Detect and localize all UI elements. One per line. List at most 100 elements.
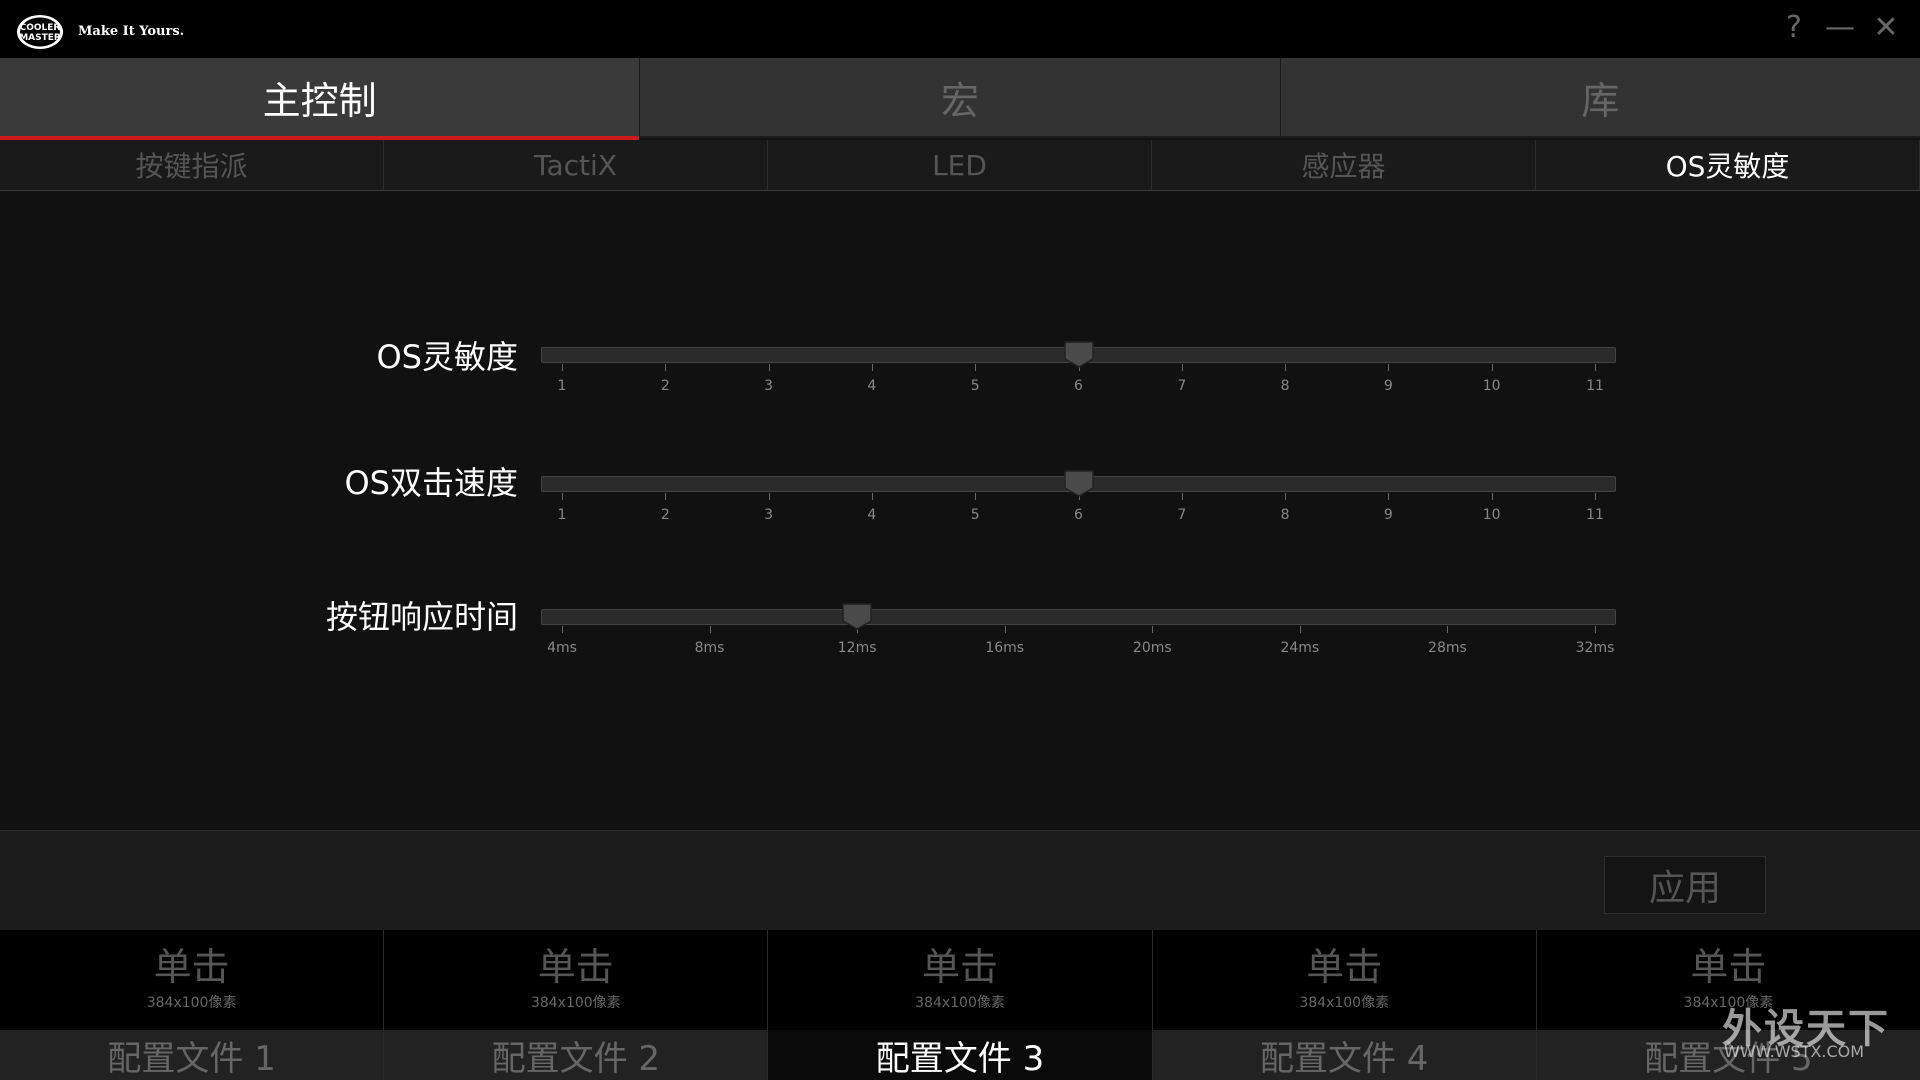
tab-led[interactable]: LED	[768, 140, 1152, 190]
slider-tick	[871, 364, 873, 371]
slider-tick-label: 8ms	[694, 640, 725, 656]
slider-thumb[interactable]	[1063, 469, 1095, 497]
tab-key-assignment[interactable]: 按键指派	[0, 140, 384, 190]
profile-image-size: 384x100像素	[1299, 995, 1390, 1011]
slider-tick	[1388, 493, 1390, 500]
slider-tick-label: 5	[970, 507, 980, 523]
os-sensitivity-label: OS灵敏度	[376, 338, 518, 376]
slider-tick	[1595, 626, 1596, 633]
slider-tick-label: 4ms	[547, 640, 577, 656]
slider-tick-label: 1	[557, 507, 567, 523]
slider-tick	[562, 364, 563, 371]
tab-sensor[interactable]: 感应器	[1152, 140, 1536, 190]
slider-tick-label: 1	[557, 378, 567, 394]
slider-tick-label: 4	[867, 507, 877, 523]
close-button[interactable]: ✕	[1866, 10, 1906, 46]
slider-tick-label: 16ms	[985, 640, 1025, 656]
slider-tick-label: 9	[1383, 507, 1393, 523]
slider-tick	[871, 493, 873, 500]
slider-tick-label: 20ms	[1132, 640, 1172, 656]
slider-tick-label: 2	[660, 507, 670, 523]
slider-tick-label: 11	[1586, 507, 1604, 523]
slider-tick	[768, 493, 770, 500]
slider-tick	[1181, 493, 1183, 500]
svg-text:COOLER: COOLER	[20, 23, 61, 33]
profile-slot-2[interactable]: 单击 384x100像素 配置文件 2	[384, 930, 769, 1080]
apply-button[interactable]: 应用	[1604, 856, 1766, 914]
slider-tick	[709, 626, 711, 633]
profile-action: 单击	[1690, 945, 1767, 989]
slider-tick	[1285, 364, 1287, 371]
profile-action: 单击	[1306, 945, 1383, 989]
slider-tick	[1004, 626, 1006, 633]
slider-thumb[interactable]	[1063, 340, 1095, 368]
slider-tick	[1491, 364, 1493, 371]
profile-slot-1[interactable]: 单击 384x100像素 配置文件 1	[0, 930, 385, 1080]
watermark-url: WWW.WSTX.COM	[1724, 1042, 1865, 1061]
slider-tick-label: 3	[764, 507, 774, 523]
slider-tick-label: 4	[867, 378, 877, 394]
profile-action: 单击	[922, 945, 999, 989]
button-response-slider[interactable]: 4ms 8ms 12ms 16ms 20ms 24ms 28ms 32ms	[541, 603, 1616, 656]
help-button[interactable]: ?	[1774, 10, 1814, 46]
os-sensitivity-slider[interactable]: 1 2 3 4 5 6 7 8 9 10 11	[541, 341, 1616, 394]
profile-name[interactable]: 配置文件 2	[384, 1030, 768, 1080]
slider-tick	[768, 364, 770, 371]
slider-tick	[1447, 626, 1449, 633]
title-bar	[0, 0, 1920, 58]
tab-tactix[interactable]: TactiX	[384, 140, 768, 190]
profile-image-size: 384x100像素	[915, 995, 1005, 1011]
profile-name[interactable]: 配置文件 4	[1152, 1030, 1536, 1080]
slider-tick	[1491, 493, 1493, 500]
slider-tick-label: 7	[1177, 378, 1187, 394]
profile-name[interactable]: 配置文件 3	[768, 1030, 1152, 1080]
profile-image-size: 384x100像素	[146, 995, 237, 1011]
slider-tick-label: 9	[1383, 378, 1393, 394]
profile-name[interactable]: 配置文件 1	[0, 1030, 384, 1080]
os-double-click-slider[interactable]: 1 2 3 4 5 6 7 8 9 10 11	[541, 470, 1616, 523]
sub-tabs: 按键指派 TactiX LED 感应器 OS灵敏度	[0, 140, 1920, 191]
profile-action: 单击	[153, 945, 230, 989]
slider-tick-label: 5	[970, 378, 980, 394]
profile-slot-4[interactable]: 单击 384x100像素 配置文件 4	[1152, 930, 1537, 1080]
tab-library[interactable]: 库	[1280, 58, 1920, 136]
profile-image-size: 384x100像素	[530, 995, 621, 1011]
slider-tick-label: 6	[1074, 507, 1083, 523]
tab-os-sensitivity[interactable]: OS灵敏度	[1536, 140, 1920, 190]
slider-tick	[1181, 364, 1183, 371]
slider-tick	[975, 493, 977, 500]
slider-tick	[1152, 626, 1154, 633]
slider-tick-label: 3	[764, 378, 774, 394]
slider-tick	[1388, 364, 1390, 371]
slider-tick	[665, 364, 667, 371]
slider-tick-label: 11	[1586, 378, 1604, 394]
slider-tick-label: 7	[1177, 507, 1187, 523]
profile-slot-3[interactable]: 单击 384x100像素 配置文件 3	[768, 930, 1153, 1080]
slider-tick-label: 24ms	[1280, 640, 1320, 656]
slider-tick	[1595, 364, 1596, 371]
brand-tagline: Make It Yours.	[78, 24, 185, 39]
slider-tick-label: 32ms	[1575, 640, 1615, 656]
slider-tick	[1285, 493, 1287, 500]
profile-bar: 单击 384x100像素 配置文件 1 单击 384x100像素 配置文件 2 …	[0, 930, 1920, 1080]
tab-main-control[interactable]: 主控制	[0, 58, 641, 140]
slider-tick-label: 6	[1074, 378, 1083, 394]
main-tabs: 主控制 宏 库	[0, 58, 1920, 140]
slider-tick	[562, 493, 563, 500]
slider-tick	[975, 364, 977, 371]
slider-tick-label: 2	[660, 378, 670, 394]
slider-tick	[1595, 493, 1596, 500]
slider-tick-label: 28ms	[1428, 640, 1467, 656]
slider-tick-label: 8	[1280, 378, 1290, 394]
slider-tick-label: 8	[1280, 507, 1290, 523]
slider-tick	[1299, 626, 1301, 633]
minimize-button[interactable]: —	[1820, 10, 1860, 46]
cooler-master-logo: COOLER MASTER	[17, 15, 63, 49]
slider-tick-label: 10	[1482, 507, 1501, 523]
slider-tick-label: 12ms	[837, 640, 877, 656]
tab-macro[interactable]: 宏	[640, 58, 1281, 136]
slider-thumb[interactable]	[841, 602, 873, 630]
slider-tick	[665, 493, 667, 500]
button-response-label: 按钮响应时间	[325, 598, 518, 636]
profile-action: 单击	[537, 945, 614, 989]
